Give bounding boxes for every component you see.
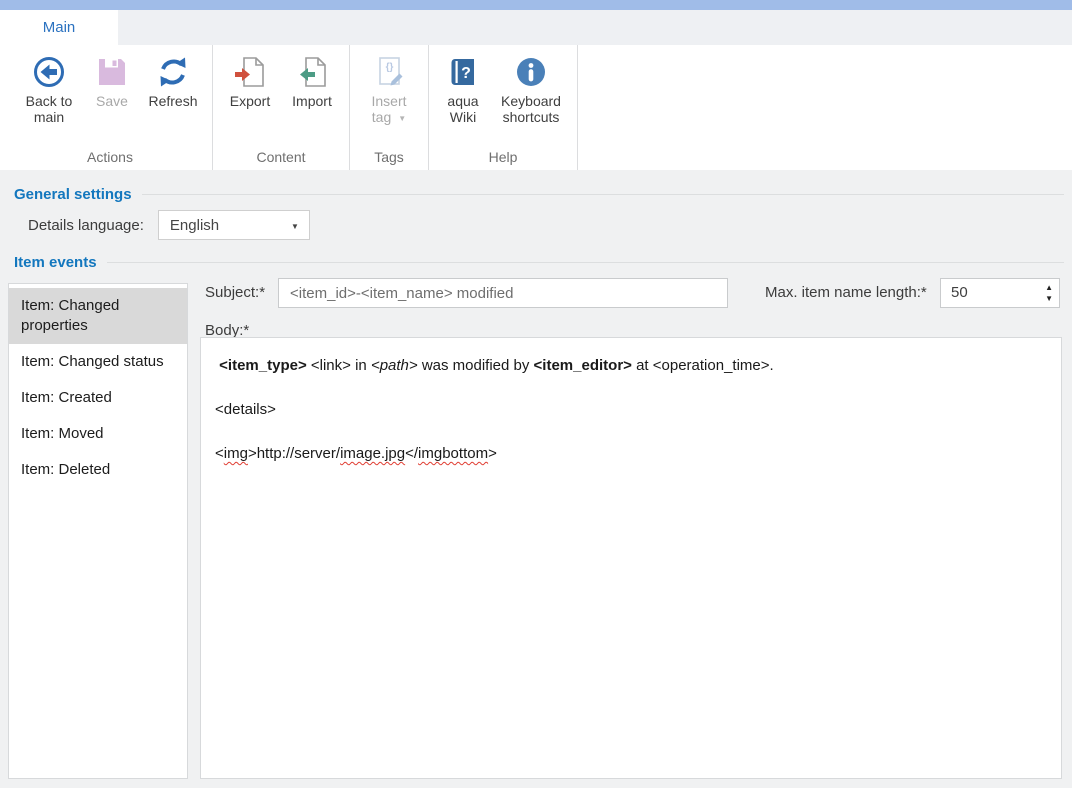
- subject-input[interactable]: [278, 278, 728, 308]
- aqua-wiki-label: aqua Wiki: [437, 93, 489, 125]
- insert-tag-icon: {}: [372, 53, 406, 91]
- refresh-icon: [156, 53, 190, 91]
- body-paragraph: <details>: [215, 400, 1047, 420]
- svg-text:?: ?: [461, 65, 471, 82]
- refresh-button[interactable]: Refresh: [142, 53, 204, 109]
- aqua-wiki-button[interactable]: ? aqua Wiki: [437, 53, 489, 125]
- spinner-up-button[interactable]: ▲: [1045, 282, 1053, 293]
- import-button[interactable]: Import: [283, 53, 341, 109]
- item-event-option[interactable]: Item: Created: [9, 380, 187, 416]
- group-label-content: Content: [219, 146, 343, 170]
- general-settings-section: General settings: [14, 186, 1064, 203]
- import-document-icon: [294, 53, 330, 91]
- ribbon-group-content: Export Import Content: [213, 45, 350, 170]
- back-to-main-button[interactable]: Back to main: [16, 53, 82, 125]
- item-event-option[interactable]: Item: Changed status: [9, 344, 187, 380]
- app-window: Main Back to main: [0, 0, 1072, 788]
- details-language-row: Details language: English ▼: [28, 210, 310, 240]
- keyboard-shortcuts-label: Keyboard shortcuts: [493, 93, 569, 125]
- svg-text:{}: {}: [386, 62, 394, 73]
- save-label: Save: [96, 93, 128, 109]
- insert-tag-label: Insert tag▼: [371, 93, 406, 125]
- export-button[interactable]: Export: [221, 53, 279, 109]
- insert-tag-button[interactable]: {} Insert tag▼: [358, 53, 420, 125]
- wiki-book-icon: ?: [446, 53, 480, 91]
- item-event-option[interactable]: Item: Moved: [9, 416, 187, 452]
- subject-label: Subject:*: [205, 284, 265, 301]
- max-item-name-length-label: Max. item name length:*: [765, 284, 927, 301]
- item-events-section: Item events: [14, 254, 1064, 271]
- body-paragraph: <img>http://server/image.jpg</imgbottom>: [215, 444, 1047, 464]
- keyboard-shortcuts-button[interactable]: Keyboard shortcuts: [493, 53, 569, 125]
- details-language-dropdown[interactable]: English ▼: [158, 210, 310, 240]
- body-paragraph: <item_type> <link> in <path> was modifie…: [215, 356, 1047, 376]
- chevron-down-icon: ▼: [291, 222, 299, 231]
- group-label-tags: Tags: [356, 146, 422, 170]
- ribbon-group-tags: {} Insert tag▼ Tags: [350, 45, 429, 170]
- spinner-value: 50: [951, 284, 968, 301]
- export-label: Export: [230, 93, 270, 109]
- tab-main-label: Main: [43, 19, 76, 36]
- refresh-label: Refresh: [148, 93, 197, 109]
- insert-tag-dropdown-arrow[interactable]: ▼: [398, 114, 406, 123]
- info-circle-icon: [514, 53, 548, 91]
- save-button[interactable]: Save: [86, 53, 138, 109]
- import-label: Import: [292, 93, 332, 109]
- ribbon: Back to main Save: [0, 45, 1072, 170]
- tab-main[interactable]: Main: [0, 10, 118, 45]
- section-divider: [107, 262, 1064, 263]
- back-to-main-label: Back to main: [16, 93, 82, 125]
- spinner-down-button[interactable]: ▼: [1045, 293, 1053, 304]
- item-events-heading: Item events: [14, 254, 97, 271]
- ribbon-tab-strip: Main: [0, 10, 1072, 45]
- back-arrow-icon: [32, 53, 66, 91]
- details-language-value: English: [159, 217, 219, 234]
- subject-row: Subject:* Max. item name length:* 50 ▲ ▼: [200, 278, 1062, 308]
- item-events-list[interactable]: Item: Changed propertiesItem: Changed st…: [8, 283, 188, 779]
- event-detail-panel: Subject:* Max. item name length:* 50 ▲ ▼…: [200, 278, 1062, 779]
- body-editor[interactable]: <item_type> <link> in <path> was modifie…: [200, 337, 1062, 779]
- item-event-option[interactable]: Item: Deleted: [9, 452, 187, 488]
- export-document-icon: [232, 53, 268, 91]
- general-settings-heading: General settings: [14, 186, 132, 203]
- group-label-actions: Actions: [14, 146, 206, 170]
- settings-page: General settings Details language: Engli…: [0, 170, 1072, 788]
- group-label-help: Help: [435, 146, 571, 170]
- item-event-option[interactable]: Item: Changed properties: [9, 288, 187, 344]
- section-divider: [142, 194, 1064, 195]
- window-title-strip: [0, 0, 1072, 10]
- max-item-name-length-spinner[interactable]: 50 ▲ ▼: [940, 278, 1060, 308]
- details-language-label: Details language:: [28, 217, 144, 234]
- save-floppy-icon: [95, 53, 129, 91]
- ribbon-group-actions: Back to main Save: [8, 45, 213, 170]
- ribbon-group-help: ? aqua Wiki Keyboard shortcuts: [429, 45, 578, 170]
